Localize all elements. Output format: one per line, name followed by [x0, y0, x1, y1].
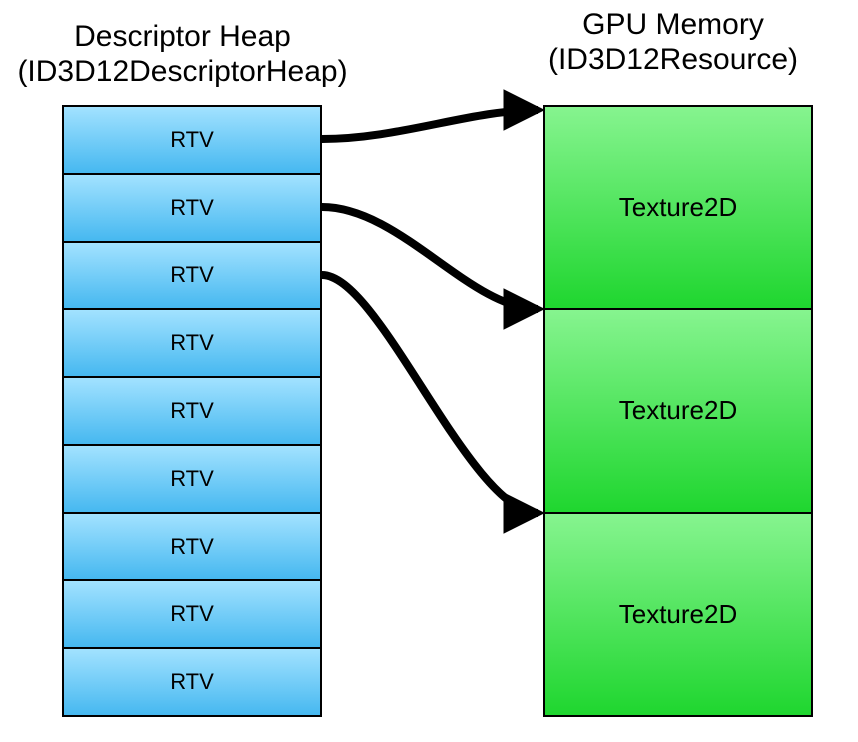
- heap-cell: RTV: [64, 378, 320, 446]
- heap-cell: RTV: [64, 514, 320, 582]
- gpu-memory-title: GPU Memory (ID3D12Resource): [518, 8, 828, 77]
- descriptor-heap-title: Descriptor Heap (ID3D12DescriptorHeap): [10, 20, 355, 89]
- gpu-memory-title-line1: GPU Memory: [582, 8, 764, 41]
- descriptor-heap: RTV RTV RTV RTV RTV RTV RTV RTV RTV: [62, 105, 322, 717]
- heap-cell: RTV: [64, 581, 320, 649]
- gpu-cell: Texture2D: [545, 514, 811, 715]
- gpu-cell-label: Texture2D: [619, 192, 738, 223]
- heap-cell-label: RTV: [170, 330, 214, 356]
- heap-cell-label: RTV: [170, 127, 214, 153]
- heap-cell: RTV: [64, 107, 320, 175]
- heap-cell-label: RTV: [170, 262, 214, 288]
- descriptor-heap-title-line1: Descriptor Heap: [74, 20, 291, 53]
- heap-cell-label: RTV: [170, 195, 214, 221]
- gpu-cell-label: Texture2D: [619, 395, 738, 426]
- arrow-icon: [322, 207, 538, 309]
- heap-cell-label: RTV: [170, 669, 214, 695]
- gpu-memory: Texture2D Texture2D Texture2D: [543, 105, 813, 717]
- heap-cell-label: RTV: [170, 534, 214, 560]
- heap-cell: RTV: [64, 243, 320, 311]
- descriptor-heap-title-line2: (ID3D12DescriptorHeap): [17, 55, 347, 88]
- heap-cell: RTV: [64, 446, 320, 514]
- heap-cell: RTV: [64, 649, 320, 715]
- arrow-icon: [322, 110, 538, 139]
- heap-cell: RTV: [64, 175, 320, 243]
- gpu-cell: Texture2D: [545, 310, 811, 513]
- heap-cell-label: RTV: [170, 466, 214, 492]
- gpu-cell-label: Texture2D: [619, 599, 738, 630]
- gpu-cell: Texture2D: [545, 107, 811, 310]
- heap-cell-label: RTV: [170, 601, 214, 627]
- gpu-memory-title-line2: (ID3D12Resource): [548, 43, 798, 76]
- heap-cell: RTV: [64, 310, 320, 378]
- heap-cell-label: RTV: [170, 398, 214, 424]
- arrow-icon: [322, 275, 538, 513]
